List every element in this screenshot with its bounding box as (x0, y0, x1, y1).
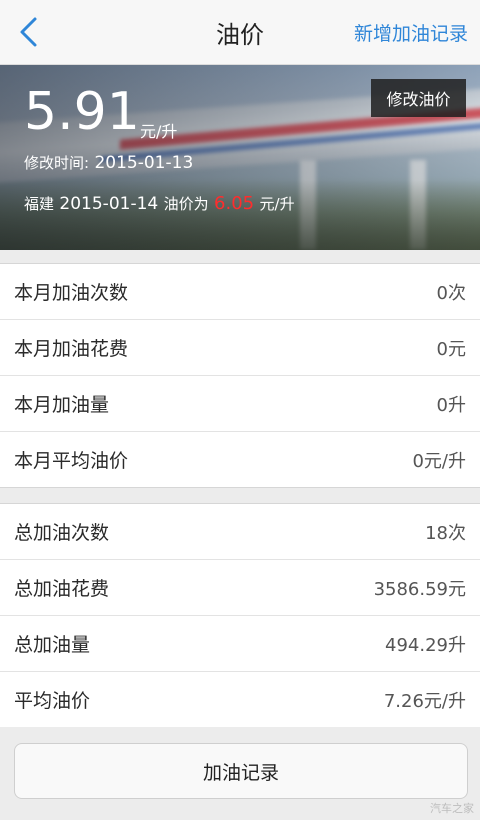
list-item: 总加油次数 18次 (0, 504, 480, 560)
stat-value: 18次 (425, 522, 466, 544)
region-name: 福建 (24, 195, 55, 213)
stat-value: 0次 (436, 282, 466, 304)
stat-label: 本月加油次数 (14, 282, 129, 304)
list-item: 本月加油量 0升 (0, 376, 480, 432)
stat-value: 0元/升 (412, 450, 466, 472)
add-refuel-record-link[interactable]: 新增加油记录 (354, 0, 468, 64)
stat-value: 494.29升 (385, 634, 466, 656)
stat-label: 本月加油花费 (14, 338, 129, 360)
region-date: 2015-01-14 (59, 194, 159, 214)
stat-label: 本月加油量 (14, 394, 110, 416)
list-item: 总加油花费 3586.59元 (0, 560, 480, 616)
list-item: 平均油价 7.26元/升 (0, 672, 480, 727)
bottom-action-area: 加油记录 (0, 727, 480, 820)
list-item: 本月加油次数 0次 (0, 264, 480, 320)
refuel-records-button[interactable]: 加油记录 (14, 743, 468, 799)
region-price-unit: 元/升 (259, 195, 295, 213)
list-item: 本月加油花费 0元 (0, 320, 480, 376)
monthly-stats-list: 本月加油次数 0次 本月加油花费 0元 本月加油量 0升 本月平均油价 0元/升 (0, 263, 480, 488)
stat-value: 0升 (436, 394, 466, 416)
stat-value: 0元 (436, 338, 466, 360)
region-price-row: 福建 2015-01-14 油价为 6.05 元/升 (24, 193, 295, 214)
stat-label: 平均油价 (14, 690, 91, 712)
region-price-label: 油价为 (163, 195, 209, 213)
stat-value: 3586.59元 (373, 578, 466, 600)
list-item: 本月平均油价 0元/升 (0, 432, 480, 487)
stat-label: 总加油次数 (14, 522, 110, 544)
modified-time-label: 修改时间: (24, 154, 90, 172)
stat-label: 总加油量 (14, 634, 91, 656)
stat-label: 本月平均油价 (14, 450, 129, 472)
total-stats-list: 总加油次数 18次 总加油花费 3586.59元 总加油量 494.29升 平均… (0, 503, 480, 728)
stat-label: 总加油花费 (14, 578, 110, 600)
list-item: 总加油量 494.29升 (0, 616, 480, 672)
edit-price-button[interactable]: 修改油价 (371, 79, 466, 117)
fuel-price-unit: 元/升 (140, 122, 178, 141)
stat-value: 7.26元/升 (383, 690, 466, 712)
current-fuel-price: 5.91 (24, 82, 140, 142)
watermark: 汽车之家 (430, 802, 474, 815)
region-price-value: 6.05 (214, 193, 255, 214)
modified-time-row: 修改时间: 2015-01-13 (24, 152, 193, 173)
modified-time-value: 2015-01-13 (94, 153, 194, 173)
top-bar: 油价 新增加油记录 (0, 0, 480, 65)
